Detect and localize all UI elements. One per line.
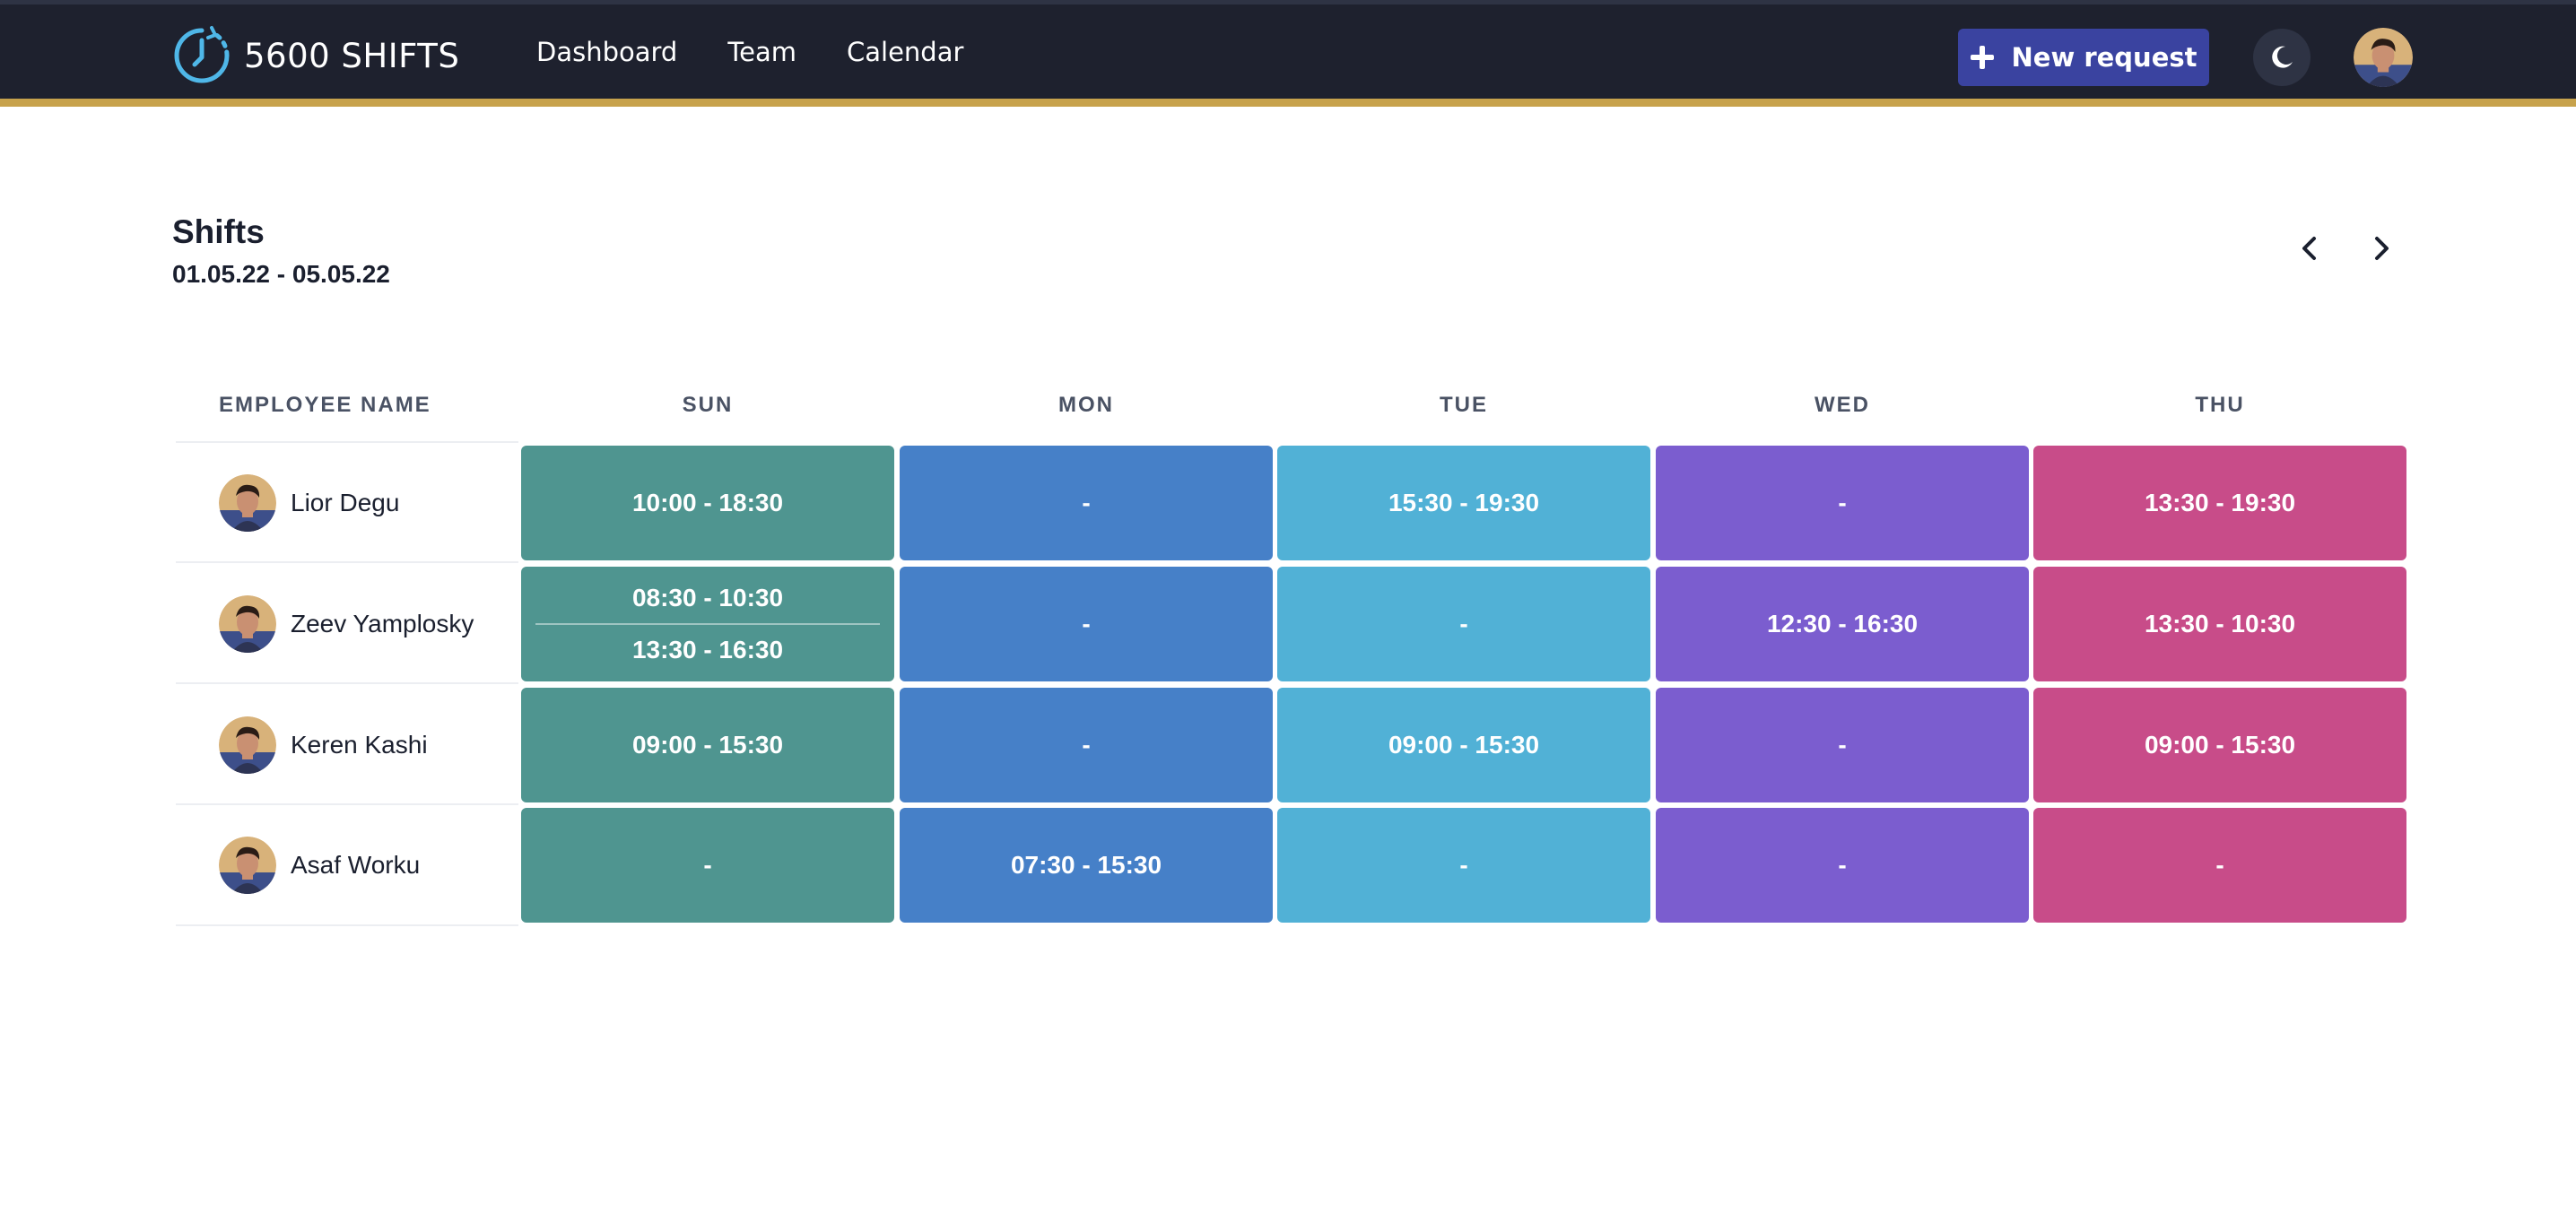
shift-time: -: [1838, 489, 1847, 516]
shift-cell-thu[interactable]: 09:00 - 15:30: [2033, 688, 2406, 802]
row-divider: [176, 803, 518, 805]
shift-time: -: [1082, 610, 1091, 638]
date-range: 01.05.22 - 05.05.22: [172, 260, 390, 288]
shift-cell-tue[interactable]: 09:00 - 15:30: [1277, 688, 1650, 802]
shift-cell-sun[interactable]: 09:00 - 15:30: [521, 688, 894, 802]
nav-dashboard[interactable]: Dashboard: [536, 37, 677, 67]
shift-cell-mon[interactable]: -: [900, 446, 1273, 560]
shift-time: -: [1082, 489, 1091, 516]
shift-cell-mon[interactable]: -: [900, 567, 1273, 681]
day-header-sun: SUN: [682, 393, 734, 417]
shift-time: -: [1459, 610, 1468, 638]
shift-time: -: [1838, 731, 1847, 759]
row-divider: [176, 924, 518, 926]
shift-cell-tue[interactable]: -: [1277, 567, 1650, 681]
shift-time: 07:30 - 15:30: [1010, 851, 1162, 879]
day-header-mon: MON: [1058, 393, 1114, 417]
new-request-button[interactable]: New request: [1958, 29, 2209, 86]
shift-cell-mon[interactable]: -: [900, 688, 1273, 802]
plus-icon: [1970, 46, 1994, 69]
shift-cell-wed[interactable]: 12:30 - 16:30: [1656, 567, 2029, 681]
previous-week-button[interactable]: [2290, 229, 2329, 268]
nav-calendar[interactable]: Calendar: [847, 37, 963, 67]
chevron-left-icon: [2302, 237, 2316, 260]
employee-avatar: [219, 474, 276, 532]
shift-cell-thu[interactable]: -: [2033, 808, 2406, 923]
employee-name: Lior Degu: [291, 489, 400, 516]
app-name: 5600 SHIFTS: [244, 36, 460, 75]
row-divider: [176, 441, 518, 443]
row-divider: [176, 682, 518, 684]
shift-time: 09:00 - 15:30: [1388, 731, 1540, 759]
shift-cell-tue[interactable]: 15:30 - 19:30: [1277, 446, 1650, 560]
shift-time: -: [703, 851, 712, 879]
employee-cell: Lior Degu: [219, 474, 399, 532]
employee-name-header: EMPLOYEE NAME: [219, 393, 431, 417]
shift-time: 13:30 - 19:30: [2144, 489, 2296, 516]
shift-time: -: [2215, 851, 2224, 879]
shift-time: 10:00 - 18:30: [631, 489, 784, 516]
shift-time: 09:00 - 15:30: [631, 731, 784, 759]
day-header-wed: WED: [1815, 393, 1870, 417]
top-navigation-bar: 5600 SHIFTS Dashboard Team Calendar New …: [0, 0, 2576, 99]
shift-cell-sun[interactable]: 08:30 - 10:30 13:30 - 16:30: [521, 567, 894, 681]
new-request-label: New request: [2011, 42, 2197, 73]
page-title: Shifts: [172, 213, 265, 250]
shift-time: -: [1838, 851, 1847, 879]
day-header-tue: TUE: [1440, 393, 1488, 417]
shift-cell-wed[interactable]: -: [1656, 808, 2029, 923]
brand[interactable]: 5600 SHIFTS: [170, 24, 459, 87]
shift-time: -: [1082, 731, 1091, 759]
shift-cell-sun[interactable]: 10:00 - 18:30: [521, 446, 894, 560]
chevron-right-icon: [2375, 237, 2389, 260]
employee-name: Keren Kashi: [291, 731, 428, 759]
shift-cell-wed[interactable]: -: [1656, 688, 2029, 802]
nav-team[interactable]: Team: [727, 37, 796, 67]
employee-avatar: [219, 837, 276, 894]
accent-line: [0, 99, 2576, 107]
theme-toggle-button[interactable]: [2253, 29, 2311, 86]
employee-cell: Keren Kashi: [219, 716, 428, 774]
next-week-button[interactable]: [2362, 229, 2401, 268]
shift-time: 12:30 - 16:30: [1766, 610, 1919, 638]
employee-name: Zeev Yamplosky: [291, 610, 474, 638]
main-nav: Dashboard Team Calendar: [536, 37, 963, 67]
clock-refresh-icon: [174, 26, 230, 83]
day-header-thu: THU: [2195, 393, 2245, 417]
shift-time: 13:30 - 16:30: [631, 636, 784, 664]
employee-cell: Asaf Worku: [219, 837, 420, 894]
shift-cell-wed[interactable]: -: [1656, 446, 2029, 560]
employee-name: Asaf Worku: [291, 851, 421, 879]
user-avatar[interactable]: [2354, 28, 2413, 87]
shift-time: 08:30 - 10:30: [631, 584, 784, 612]
row-divider: [176, 561, 518, 563]
shift-time: 15:30 - 19:30: [1388, 489, 1540, 516]
shift-time: -: [1459, 851, 1468, 879]
shift-cell-thu[interactable]: 13:30 - 10:30: [2033, 567, 2406, 681]
shift-time: 13:30 - 10:30: [2144, 610, 2296, 638]
employee-cell: Zeev Yamplosky: [219, 595, 474, 653]
shift-cell-tue[interactable]: -: [1277, 808, 1650, 923]
shift-cell-mon[interactable]: 07:30 - 15:30: [900, 808, 1273, 923]
employee-avatar: [219, 716, 276, 774]
shift-cell-sun[interactable]: -: [521, 808, 894, 923]
shift-time: 09:00 - 15:30: [2144, 731, 2296, 759]
employee-avatar: [219, 595, 276, 653]
shift-cell-thu[interactable]: 13:30 - 19:30: [2033, 446, 2406, 560]
moon-icon: [2272, 46, 2293, 68]
shift-separator: [535, 623, 880, 625]
